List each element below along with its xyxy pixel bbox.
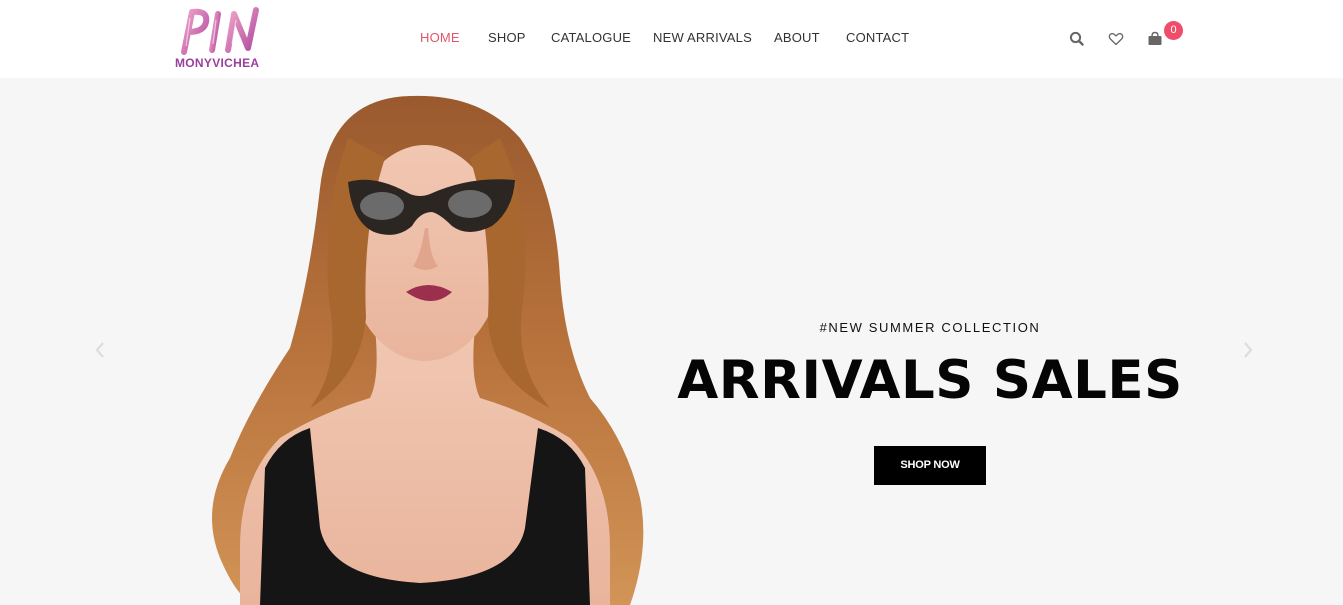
nav-new-arrivals[interactable]: NEW ARRIVALS xyxy=(653,30,752,46)
slider-prev-arrow[interactable] xyxy=(92,340,108,360)
hero-model-image xyxy=(212,95,644,605)
shopping-bag-icon[interactable] xyxy=(1146,30,1164,48)
hero-tagline: #NEW SUMMER COLLECTION xyxy=(819,320,1041,335)
slider-next-arrow[interactable] xyxy=(1240,340,1256,360)
search-icon[interactable] xyxy=(1068,30,1086,48)
hero-slider: #NEW SUMMER COLLECTION ARRIVALS SALES SH… xyxy=(0,78,1343,605)
nav-home[interactable]: HOME xyxy=(420,30,460,46)
hero-headline: ARRIVALS SALES xyxy=(677,350,1183,411)
nav-shop[interactable]: SHOP xyxy=(488,30,526,46)
brand-subtitle: MONYVICHEA xyxy=(175,56,260,70)
cart-count-badge: 0 xyxy=(1164,21,1183,40)
nav-contact[interactable]: CONTACT xyxy=(846,30,909,46)
site-header: MONYVICHEA HOME SHOP CATALOGUE NEW ARRIV… xyxy=(0,0,1343,78)
heart-icon[interactable] xyxy=(1107,30,1125,48)
nav-catalogue[interactable]: CATALOGUE xyxy=(551,30,631,46)
nav-about[interactable]: ABOUT xyxy=(774,30,820,46)
shop-now-button[interactable]: SHOP NOW xyxy=(874,446,986,485)
main-nav: HOME SHOP CATALOGUE NEW ARRIVALS ABOUT C… xyxy=(0,30,1343,46)
